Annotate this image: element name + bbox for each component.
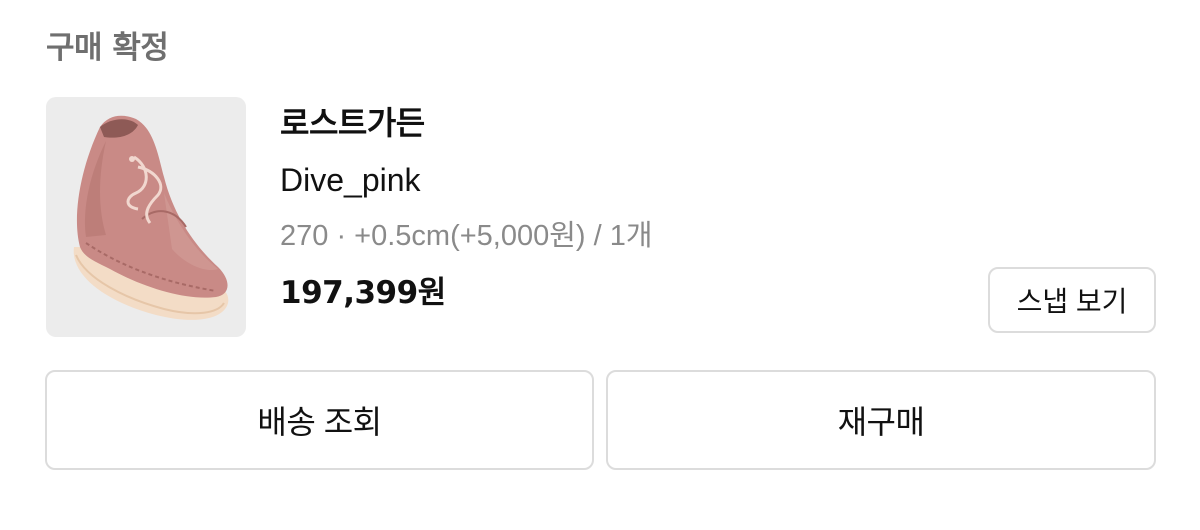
delivery-tracking-button[interactable]: 배송 조회: [45, 370, 594, 470]
snap-view-button[interactable]: 스냅 보기: [988, 267, 1156, 333]
product-thumbnail[interactable]: [46, 97, 246, 337]
order-status-label: 구매 확정: [46, 30, 169, 66]
product-price: 197,399원: [280, 275, 446, 311]
brand-name[interactable]: 로스트가든: [280, 100, 920, 146]
product-option: 270 · +0.5cm(+5,000원) / 1개: [280, 220, 653, 252]
product-name[interactable]: Dive_pink: [280, 158, 920, 202]
order-card: 구매 확정 로스트가든 Dive_pink 270 · +0.5cm(+5,00…: [0, 0, 1200, 530]
pink-suede-shoe-image: [73, 115, 229, 320]
order-info: 로스트가든 Dive_pink 270 · +0.5cm(+5,000원) / …: [280, 100, 920, 316]
rebuy-button[interactable]: 재구매: [606, 370, 1156, 470]
